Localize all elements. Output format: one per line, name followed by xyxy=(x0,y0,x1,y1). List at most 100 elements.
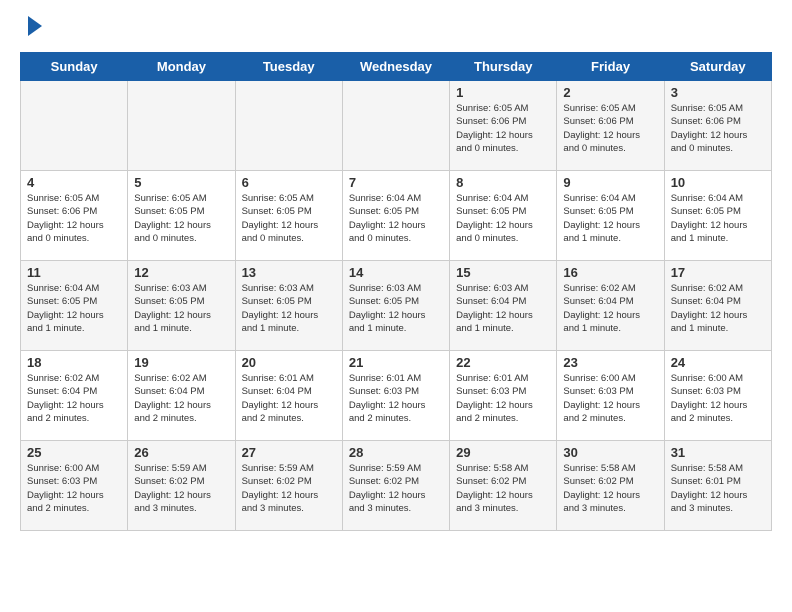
day-number: 26 xyxy=(134,445,228,460)
calendar-cell: 7 Sunrise: 6:04 AM Sunset: 6:05 PM Daylig… xyxy=(342,171,449,261)
day-number: 5 xyxy=(134,175,228,190)
calendar-header-friday: Friday xyxy=(557,53,664,81)
day-number: 27 xyxy=(242,445,336,460)
calendar-cell: 2 Sunrise: 6:05 AM Sunset: 6:06 PM Daylig… xyxy=(557,81,664,171)
day-number: 10 xyxy=(671,175,765,190)
day-info: Sunrise: 6:03 AM Sunset: 6:05 PM Dayligh… xyxy=(242,282,336,335)
day-number: 13 xyxy=(242,265,336,280)
day-number: 2 xyxy=(563,85,657,100)
calendar-header-thursday: Thursday xyxy=(450,53,557,81)
day-number: 17 xyxy=(671,265,765,280)
calendar-cell: 6 Sunrise: 6:05 AM Sunset: 6:05 PM Daylig… xyxy=(235,171,342,261)
calendar-cell xyxy=(128,81,235,171)
day-info: Sunrise: 6:04 AM Sunset: 6:05 PM Dayligh… xyxy=(671,192,765,245)
calendar-header-row: SundayMondayTuesdayWednesdayThursdayFrid… xyxy=(21,53,772,81)
day-info: Sunrise: 5:59 AM Sunset: 6:02 PM Dayligh… xyxy=(134,462,228,515)
calendar-cell: 4 Sunrise: 6:05 AM Sunset: 6:06 PM Daylig… xyxy=(21,171,128,261)
calendar-week-2: 4 Sunrise: 6:05 AM Sunset: 6:06 PM Daylig… xyxy=(21,171,772,261)
day-info: Sunrise: 6:05 AM Sunset: 6:06 PM Dayligh… xyxy=(563,102,657,155)
day-info: Sunrise: 6:02 AM Sunset: 6:04 PM Dayligh… xyxy=(671,282,765,335)
day-number: 1 xyxy=(456,85,550,100)
day-info: Sunrise: 6:05 AM Sunset: 6:06 PM Dayligh… xyxy=(671,102,765,155)
calendar-cell: 27Sunrise: 5:59 AM Sunset: 6:02 PM Dayli… xyxy=(235,441,342,531)
day-info: Sunrise: 6:00 AM Sunset: 6:03 PM Dayligh… xyxy=(563,372,657,425)
day-info: Sunrise: 6:04 AM Sunset: 6:05 PM Dayligh… xyxy=(456,192,550,245)
day-number: 21 xyxy=(349,355,443,370)
calendar-cell: 11 Sunrise: 6:04 AM Sunset: 6:05 PM Dayli… xyxy=(21,261,128,351)
day-number: 3 xyxy=(671,85,765,100)
day-info: Sunrise: 6:05 AM Sunset: 6:05 PM Dayligh… xyxy=(242,192,336,245)
calendar-cell: 8 Sunrise: 6:04 AM Sunset: 6:05 PM Daylig… xyxy=(450,171,557,261)
calendar-cell: 30 Sunrise: 5:58 AM Sunset: 6:02 PM Dayli… xyxy=(557,441,664,531)
logo-arrow-icon xyxy=(28,16,42,36)
calendar-week-3: 11 Sunrise: 6:04 AM Sunset: 6:05 PM Dayli… xyxy=(21,261,772,351)
day-number: 12 xyxy=(134,265,228,280)
calendar-header-tuesday: Tuesday xyxy=(235,53,342,81)
day-number: 7 xyxy=(349,175,443,190)
calendar-cell: 10 Sunrise: 6:04 AM Sunset: 6:05 PM Dayli… xyxy=(664,171,771,261)
day-info: Sunrise: 6:01 AM Sunset: 6:03 PM Dayligh… xyxy=(456,372,550,425)
calendar-cell: 16 Sunrise: 6:02 AM Sunset: 6:04 PM Dayli… xyxy=(557,261,664,351)
calendar-header-wednesday: Wednesday xyxy=(342,53,449,81)
calendar-week-1: 1 Sunrise: 6:05 AM Sunset: 6:06 PM Daylig… xyxy=(21,81,772,171)
calendar-cell xyxy=(21,81,128,171)
day-number: 20 xyxy=(242,355,336,370)
day-number: 18 xyxy=(27,355,121,370)
day-number: 6 xyxy=(242,175,336,190)
day-info: Sunrise: 6:05 AM Sunset: 6:06 PM Dayligh… xyxy=(27,192,121,245)
calendar-cell: 31 Sunrise: 5:58 AM Sunset: 6:01 PM Dayli… xyxy=(664,441,771,531)
calendar-cell: 14Sunrise: 6:03 AM Sunset: 6:05 PM Dayli… xyxy=(342,261,449,351)
calendar-week-5: 25 Sunrise: 6:00 AM Sunset: 6:03 PM Dayli… xyxy=(21,441,772,531)
day-info: Sunrise: 6:03 AM Sunset: 6:05 PM Dayligh… xyxy=(349,282,443,335)
day-info: Sunrise: 6:01 AM Sunset: 6:04 PM Dayligh… xyxy=(242,372,336,425)
day-number: 31 xyxy=(671,445,765,460)
day-number: 22 xyxy=(456,355,550,370)
day-number: 25 xyxy=(27,445,121,460)
day-number: 16 xyxy=(563,265,657,280)
day-number: 23 xyxy=(563,355,657,370)
day-info: Sunrise: 6:05 AM Sunset: 6:06 PM Dayligh… xyxy=(456,102,550,155)
calendar-header-saturday: Saturday xyxy=(664,53,771,81)
logo xyxy=(20,20,42,36)
page-header xyxy=(20,20,772,36)
day-number: 11 xyxy=(27,265,121,280)
calendar-cell: 29 Sunrise: 5:58 AM Sunset: 6:02 PM Dayli… xyxy=(450,441,557,531)
calendar-cell: 1 Sunrise: 6:05 AM Sunset: 6:06 PM Daylig… xyxy=(450,81,557,171)
day-info: Sunrise: 5:58 AM Sunset: 6:01 PM Dayligh… xyxy=(671,462,765,515)
day-info: Sunrise: 6:02 AM Sunset: 6:04 PM Dayligh… xyxy=(134,372,228,425)
calendar-cell: 28 Sunrise: 5:59 AM Sunset: 6:02 PM Dayli… xyxy=(342,441,449,531)
day-info: Sunrise: 6:04 AM Sunset: 6:05 PM Dayligh… xyxy=(27,282,121,335)
day-info: Sunrise: 5:58 AM Sunset: 6:02 PM Dayligh… xyxy=(563,462,657,515)
day-info: Sunrise: 5:58 AM Sunset: 6:02 PM Dayligh… xyxy=(456,462,550,515)
calendar-cell xyxy=(235,81,342,171)
calendar-cell: 17 Sunrise: 6:02 AM Sunset: 6:04 PM Dayli… xyxy=(664,261,771,351)
day-number: 24 xyxy=(671,355,765,370)
calendar-cell: 21 Sunrise: 6:01 AM Sunset: 6:03 PM Dayli… xyxy=(342,351,449,441)
day-info: Sunrise: 6:03 AM Sunset: 6:04 PM Dayligh… xyxy=(456,282,550,335)
day-number: 8 xyxy=(456,175,550,190)
calendar-cell: 24 Sunrise: 6:00 AM Sunset: 6:03 PM Dayli… xyxy=(664,351,771,441)
day-info: Sunrise: 6:02 AM Sunset: 6:04 PM Dayligh… xyxy=(27,372,121,425)
day-info: Sunrise: 6:04 AM Sunset: 6:05 PM Dayligh… xyxy=(349,192,443,245)
calendar-cell: 20 Sunrise: 6:01 AM Sunset: 6:04 PM Dayli… xyxy=(235,351,342,441)
calendar-cell: 15Sunrise: 6:03 AM Sunset: 6:04 PM Dayli… xyxy=(450,261,557,351)
day-number: 9 xyxy=(563,175,657,190)
day-number: 30 xyxy=(563,445,657,460)
day-number: 28 xyxy=(349,445,443,460)
day-info: Sunrise: 6:05 AM Sunset: 6:05 PM Dayligh… xyxy=(134,192,228,245)
calendar-header-sunday: Sunday xyxy=(21,53,128,81)
day-info: Sunrise: 5:59 AM Sunset: 6:02 PM Dayligh… xyxy=(349,462,443,515)
day-info: Sunrise: 6:00 AM Sunset: 6:03 PM Dayligh… xyxy=(27,462,121,515)
day-number: 4 xyxy=(27,175,121,190)
day-info: Sunrise: 6:00 AM Sunset: 6:03 PM Dayligh… xyxy=(671,372,765,425)
calendar-cell: 22 Sunrise: 6:01 AM Sunset: 6:03 PM Dayli… xyxy=(450,351,557,441)
calendar-cell: 18 Sunrise: 6:02 AM Sunset: 6:04 PM Dayli… xyxy=(21,351,128,441)
calendar-cell: 5 Sunrise: 6:05 AM Sunset: 6:05 PM Daylig… xyxy=(128,171,235,261)
calendar-week-4: 18 Sunrise: 6:02 AM Sunset: 6:04 PM Dayli… xyxy=(21,351,772,441)
calendar-table: SundayMondayTuesdayWednesdayThursdayFrid… xyxy=(20,52,772,531)
day-info: Sunrise: 6:03 AM Sunset: 6:05 PM Dayligh… xyxy=(134,282,228,335)
day-number: 29 xyxy=(456,445,550,460)
day-info: Sunrise: 6:02 AM Sunset: 6:04 PM Dayligh… xyxy=(563,282,657,335)
calendar-cell: 12 Sunrise: 6:03 AM Sunset: 6:05 PM Dayli… xyxy=(128,261,235,351)
day-info: Sunrise: 6:01 AM Sunset: 6:03 PM Dayligh… xyxy=(349,372,443,425)
